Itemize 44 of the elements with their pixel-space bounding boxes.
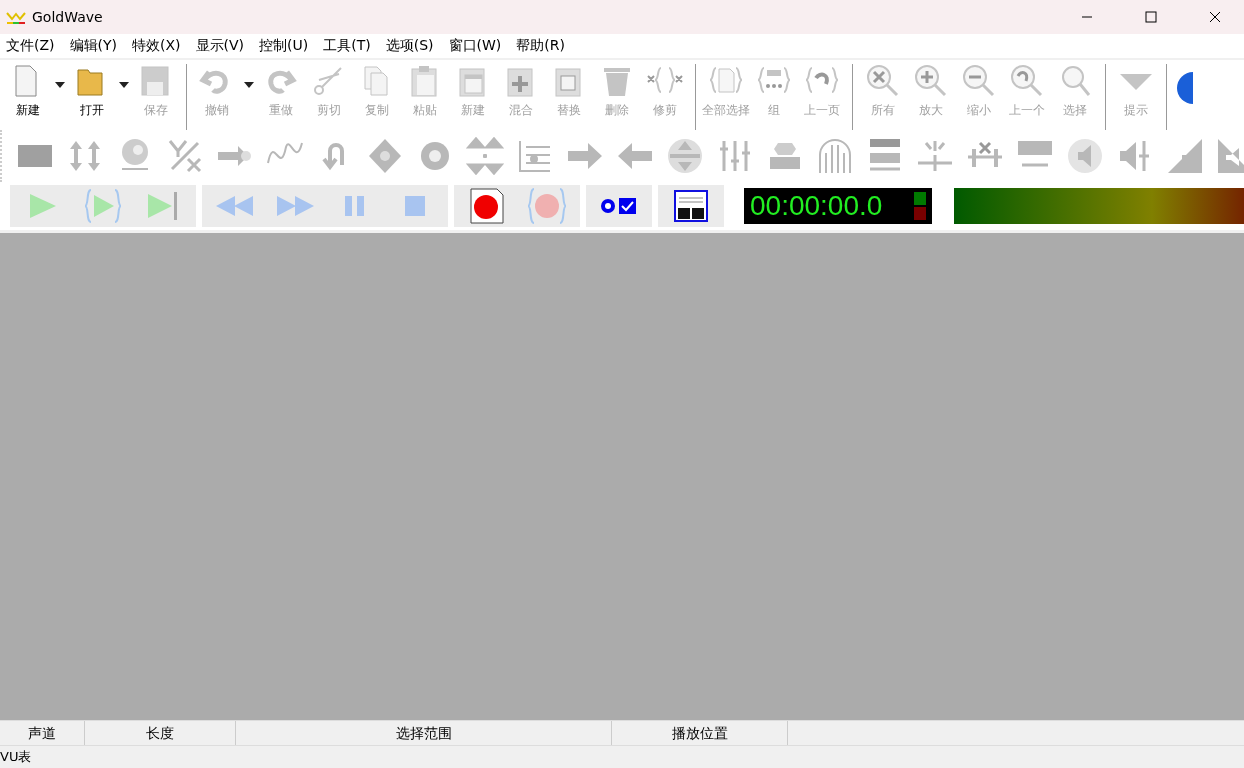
toolbar-button[interactable]: 新建 <box>4 60 52 130</box>
arch-icon <box>816 137 854 175</box>
maximize-icon <box>1145 11 1157 23</box>
menu-item[interactable]: 工具(T) <box>317 37 380 55</box>
arrows-icon <box>466 137 504 175</box>
status-text: VU表 <box>0 748 32 766</box>
diamond-icon <box>366 137 404 175</box>
status-cell: 长度 <box>85 721 236 745</box>
time-readout: 00:00:00.0 <box>750 190 883 222</box>
fast-forward-icon <box>276 195 314 217</box>
record-icon <box>470 188 504 224</box>
menu-item[interactable]: 选项(S) <box>379 37 443 55</box>
play-icon <box>28 192 58 220</box>
menu-item[interactable]: 窗口(W) <box>442 37 511 55</box>
menu-item[interactable]: 控制(U) <box>253 37 318 55</box>
zoom-in-icon <box>913 64 949 98</box>
zoom-out-icon <box>961 64 997 98</box>
braces-play-icon <box>84 189 122 223</box>
menu-item[interactable]: 编辑(Y) <box>63 37 126 55</box>
play-to-end-icon <box>146 192 180 220</box>
pause-icon <box>344 195 366 217</box>
caret-icon <box>244 82 254 88</box>
toolbar-button[interactable]: 打开 <box>68 60 116 130</box>
menu-item[interactable]: 文件(Z) <box>0 37 64 55</box>
window-icon <box>674 190 708 222</box>
menu-item[interactable]: 帮助(R) <box>510 37 574 55</box>
cross-icon <box>166 137 204 175</box>
radio-checkbox-icon <box>599 196 639 216</box>
rewind-icon <box>216 195 254 217</box>
status-cell: 播放位置 <box>612 721 788 745</box>
status-lights-icon <box>914 191 926 221</box>
braces-record-icon <box>527 188 567 224</box>
zoom-undo-icon <box>1009 64 1045 98</box>
close-icon <box>1209 11 1221 23</box>
menu-item[interactable]: 特效(X) <box>126 37 190 55</box>
status-cell: 选择范围 <box>236 721 612 745</box>
status-cell: 声道 <box>0 721 85 745</box>
stop-icon <box>404 195 426 217</box>
caret-icon <box>119 82 129 88</box>
window-title: GoldWave <box>32 9 104 25</box>
caret-icon <box>55 82 65 88</box>
menu-item[interactable]: 显示(V) <box>189 37 254 55</box>
circle-icon <box>666 137 704 175</box>
zoom-cross-icon <box>865 64 901 98</box>
